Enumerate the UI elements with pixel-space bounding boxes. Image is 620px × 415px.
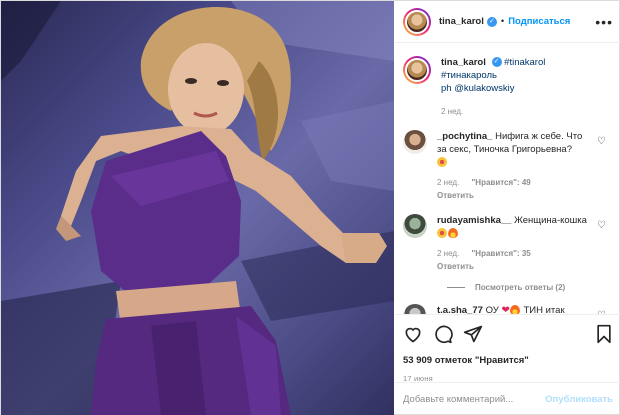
caption: tina_karol ✓ #tinakarol #тинакароль ph @… (403, 56, 613, 118)
heart-emoji-icon: ❤ (501, 305, 510, 314)
comment-heart-icon[interactable]: ♡ (597, 136, 607, 147)
more-icon[interactable]: ••• (595, 14, 613, 30)
header-username[interactable]: tina_karol (439, 16, 484, 27)
avatar[interactable] (403, 7, 431, 36)
caption-username[interactable]: tina_karol (441, 57, 486, 68)
comment-time[interactable]: 2 нед. (437, 249, 459, 258)
comment-meta: 2 нед. "Нравится": 49 Ответить (437, 176, 587, 202)
post-sidebar: tina_karol ✓ • Подписаться ••• tina_karo… (395, 1, 620, 415)
caption-time[interactable]: 2 нед. (441, 107, 463, 116)
reply-button[interactable]: Ответить (437, 191, 474, 200)
share-icon[interactable] (463, 324, 483, 344)
comment-meta: 2 нед. "Нравится": 35 Ответить (437, 247, 587, 273)
comment-heart-icon[interactable]: ♡ (597, 220, 607, 231)
comment-username[interactable]: _pochytina_ (437, 131, 492, 142)
comment-text: Женщина-кошка (514, 215, 587, 226)
comment-time[interactable]: 2 нед. (437, 178, 459, 187)
publish-button[interactable]: Опубликовать (545, 394, 613, 405)
comment-likes[interactable]: "Нравится": 49 (472, 178, 531, 187)
comment-likes[interactable]: "Нравится": 35 (472, 249, 531, 258)
star-eyes-emoji-icon (437, 157, 447, 168)
fire-emoji-icon (448, 228, 458, 239)
comment-username[interactable]: t.a.sha_77 (437, 305, 483, 314)
follow-button[interactable]: Подписаться (508, 16, 570, 27)
comment-body: rudayamishka__ Женщина-кошка 2 нед. "Нра… (437, 214, 587, 273)
avatar[interactable] (403, 304, 427, 314)
avatar[interactable] (403, 56, 431, 84)
post-actions: 53 909 отметок "Нравится" 17 июня (395, 314, 620, 383)
post-photo[interactable] (1, 1, 394, 415)
avatar[interactable] (403, 214, 427, 238)
avatar[interactable] (403, 130, 427, 154)
replies-divider (447, 287, 465, 288)
view-replies-label: Посмотреть ответы (2) (475, 283, 566, 292)
verified-icon: ✓ (486, 16, 497, 27)
bookmark-icon[interactable] (595, 324, 613, 344)
comment-body: t.a.sha_77 ОУ ❤ ТИН итак жарко, а ты гра… (437, 304, 587, 314)
comment-item: rudayamishka__ Женщина-кошка 2 нед. "Нра… (403, 214, 613, 273)
fire-emoji-icon (509, 305, 520, 314)
reply-button[interactable]: Ответить (437, 262, 474, 271)
comment-item: t.a.sha_77 ОУ ❤ ТИН итак жарко, а ты гра… (403, 304, 613, 314)
comment-item: _pochytina_ Нифига ж себе. Что за секс, … (403, 130, 613, 202)
separator-dot: • (500, 16, 505, 27)
caption-meta: 2 нед. (441, 105, 591, 118)
likes-count[interactable]: 53 909 отметок "Нравится" (403, 355, 613, 366)
star-eyes-emoji-icon (437, 228, 447, 239)
verified-icon: ✓ (491, 57, 502, 68)
action-icons (403, 323, 613, 345)
comment-icon[interactable] (433, 324, 453, 344)
caption-body: tina_karol ✓ #tinakarol #тинакароль ph @… (441, 56, 591, 118)
heart-icon[interactable] (403, 324, 423, 344)
add-comment-bar: Опубликовать (395, 382, 620, 415)
comment-body: _pochytina_ Нифига ж себе. Что за секс, … (437, 130, 587, 202)
comment-text-a: ОУ (485, 305, 499, 314)
view-replies-button[interactable]: Посмотреть ответы (2) (447, 283, 613, 292)
comments-list: tina_karol ✓ #tinakarol #тинакароль ph @… (395, 44, 620, 314)
comment-input[interactable] (403, 394, 546, 405)
photo-illustration (1, 1, 394, 415)
post-window: tina_karol ✓ • Подписаться ••• tina_karo… (0, 0, 620, 415)
post-header: tina_karol ✓ • Подписаться ••• (395, 1, 620, 43)
comment-username[interactable]: rudayamishka__ (437, 215, 511, 226)
caption-credit[interactable]: ph @kulakowskiy (441, 83, 515, 94)
